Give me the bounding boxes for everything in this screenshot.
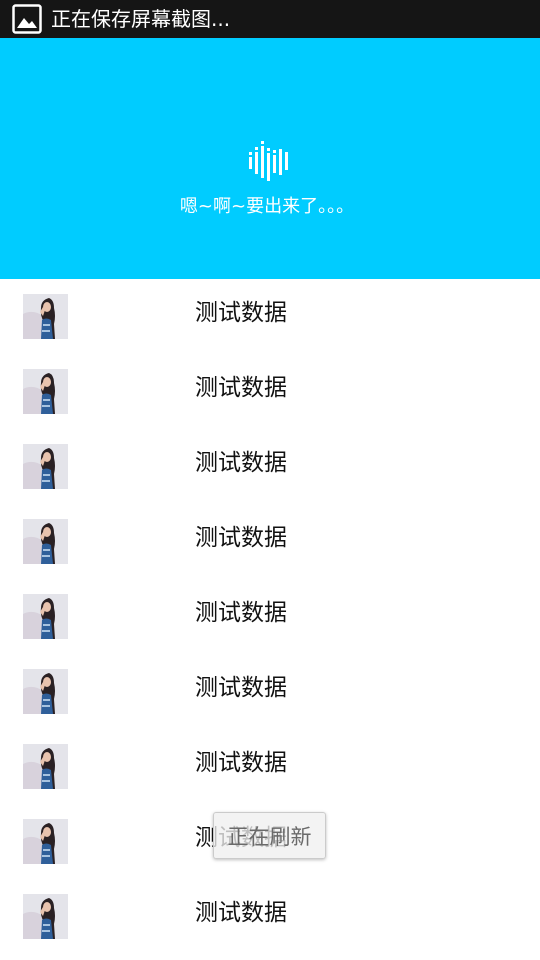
toast-text: 正在刷新 [227,824,312,849]
sound-wave-icon [249,141,288,181]
list-item[interactable]: 测试数据 [0,579,540,654]
pull-to-refresh-header: 嗯~啊~要出来了。。。 [0,38,540,279]
avatar-thumbnail [23,519,68,564]
list-item-label: 测试数据 [195,750,287,776]
list-item-label: 测试数据 [195,900,287,926]
avatar-thumbnail [23,444,68,489]
avatar-thumbnail [23,819,68,864]
refresh-toast: 正在刷新 [213,812,326,859]
status-bar: 正在保存屏幕截图... [0,0,540,38]
list-item-label: 测试数据 [195,300,287,326]
list-item[interactable]: 测试数据 [0,654,540,729]
avatar-thumbnail [23,744,68,789]
list-item[interactable]: 测试数据 [0,879,540,954]
list-item[interactable]: 测试数据 [0,354,540,429]
list-item[interactable]: 测试数据 [0,729,540,804]
refresh-status-text: 嗯~啊~要出来了。。。 [179,196,355,217]
avatar-thumbnail [23,894,68,939]
list-item-label: 测试数据 [195,450,287,476]
list-item-label: 测试数据 [195,600,287,626]
status-notification-text: 正在保存屏幕截图... [51,7,231,31]
list-item-label: 测试数据 [195,675,287,701]
avatar-thumbnail [23,294,68,339]
list-item[interactable]: 测试数据 [0,429,540,504]
list-item[interactable]: 测试数据 [0,504,540,579]
avatar-thumbnail [23,369,68,414]
list-item-label: 测试数据 [195,375,287,401]
list-item-label: 测试数据 [195,525,287,551]
list-item[interactable]: 测试数据 [0,279,540,354]
avatar-thumbnail [23,669,68,714]
image-icon [12,4,42,34]
avatar-thumbnail [23,594,68,639]
